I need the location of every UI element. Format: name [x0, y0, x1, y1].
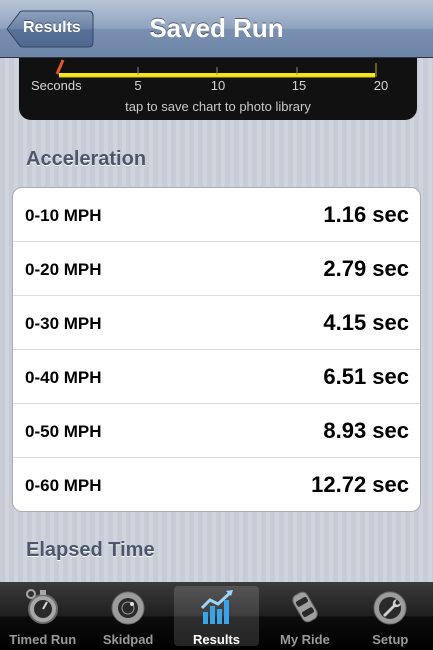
table-row: 0-40 MPH 6.51 sec — [13, 350, 420, 404]
chart-save-hint: tap to save chart to photo library — [125, 99, 311, 114]
chart-speed-curve — [55, 59, 65, 75]
tab-skidpad[interactable]: Skidpad — [85, 582, 170, 650]
table-row: 0-10 MPH 1.16 sec — [13, 188, 420, 242]
row-value: 8.93 sec — [323, 418, 409, 443]
row-value: 4.15 sec — [323, 310, 409, 335]
acceleration-section-header: Acceleration — [26, 148, 147, 170]
row-label: 0-20 MPH — [25, 260, 102, 279]
results-chart-icon — [200, 590, 233, 624]
row-value: 12.72 sec — [311, 472, 409, 497]
row-label: 0-40 MPH — [25, 368, 102, 387]
chart-tick-label: 15 — [292, 78, 306, 93]
table-row: 0-30 MPH 4.15 sec — [13, 296, 420, 350]
chart-x-axis-title: Seconds — [31, 78, 82, 93]
row-label: 0-30 MPH — [25, 314, 102, 333]
tab-setup[interactable]: Setup — [348, 582, 433, 650]
chart-tick-label: 5 — [134, 78, 141, 93]
tab-my-ride[interactable]: My Ride — [262, 582, 347, 650]
navigation-bar: Results Saved Run — [0, 0, 433, 58]
tab-label: Timed Run — [9, 632, 77, 647]
acceleration-chart[interactable]: Seconds 5 10 15 20 tap to save chart to … — [19, 58, 417, 120]
tab-results[interactable]: Results — [173, 586, 260, 647]
tab-timed-run[interactable]: Timed Run — [0, 582, 85, 650]
page-title: Saved Run — [149, 13, 284, 43]
table-row: 0-50 MPH 8.93 sec — [13, 404, 420, 458]
car-icon — [292, 591, 318, 623]
row-value: 6.51 sec — [323, 364, 409, 389]
table-row: 0-20 MPH 2.79 sec — [13, 242, 420, 296]
chart-tick-label: 10 — [211, 78, 225, 93]
row-label: 0-10 MPH — [25, 206, 102, 225]
acceleration-table: 0-10 MPH 1.16 sec 0-20 MPH 2.79 sec 0-30… — [12, 187, 421, 512]
tab-label: Setup — [372, 632, 409, 647]
chart-tick-label: 20 — [374, 78, 388, 93]
skidpad-icon — [111, 591, 145, 625]
tab-label: Skidpad — [102, 632, 154, 647]
table-row: 0-60 MPH 12.72 sec — [13, 458, 420, 511]
row-label: 0-60 MPH — [25, 476, 102, 495]
stopwatch-icon — [25, 589, 58, 624]
wrench-gear-icon — [373, 591, 407, 625]
tab-label: My Ride — [280, 632, 330, 647]
elapsed-time-section-header: Elapsed Time — [26, 539, 155, 561]
row-value: 1.16 sec — [323, 202, 409, 227]
tab-bar: Timed Run Skidpad Results My Ride Setup — [0, 582, 433, 650]
row-label: 0-50 MPH — [25, 422, 102, 441]
tab-label: Results — [193, 632, 240, 647]
row-value: 2.79 sec — [323, 256, 409, 281]
